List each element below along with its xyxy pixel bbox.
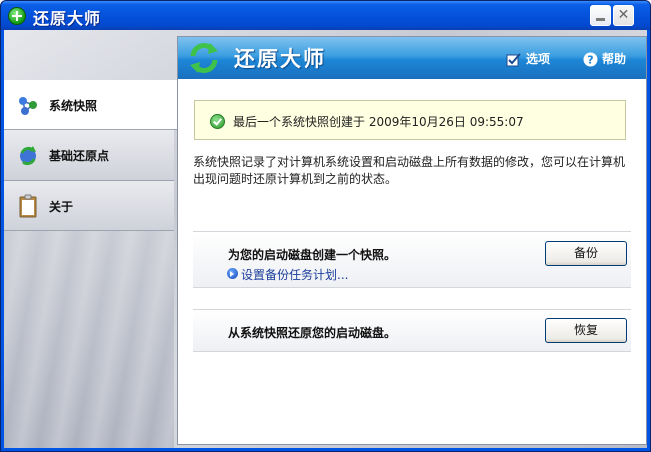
schedule-backup-link[interactable]: 设置备份任务计划... (241, 266, 348, 283)
description-text: 系统快照记录了对计算机系统设置和启动磁盘上所有数据的修改，您可以在计算机出现问题… (193, 155, 626, 186)
status-message: 最后一个系统快照创建于 2009年10月26日 09:55:07 (233, 115, 524, 129)
minimize-button[interactable] (590, 5, 611, 26)
title-bar[interactable]: 还原大师 ✕ (1, 1, 650, 30)
svg-text:?: ? (587, 54, 593, 67)
backup-title: 为您的启动磁盘创建一个快照。 (228, 248, 397, 262)
header-banner: 还原大师 选项 ? 帮助 (178, 37, 646, 79)
sidebar-item-label: 系统快照 (49, 99, 98, 113)
sidebar-item-label: 关于 (49, 200, 74, 214)
options-label: 选项 (526, 52, 551, 66)
backup-section: 为您的启动磁盘创建一个快照。 设置备份任务计划... 备份 (193, 231, 631, 288)
close-button[interactable]: ✕ (613, 5, 634, 26)
status-message-box: 最后一个系统快照创建于 2009年10月26日 09:55:07 (194, 100, 626, 140)
sidebar-background (4, 230, 174, 448)
close-icon: ✕ (617, 7, 630, 23)
main-panel: 还原大师 选项 ? 帮助 最后一个系统快照创建于 2009年10月26日 09:… (177, 36, 647, 445)
sidebar: 系统快照 基础还原点 关于 (4, 30, 177, 448)
restore-point-icon (20, 146, 36, 166)
restore-section: 从系统快照还原您的启动磁盘。 恢复 (193, 309, 631, 352)
network-icon (19, 97, 37, 115)
sidebar-item-system-snapshot[interactable]: 系统快照 (4, 80, 177, 130)
checkbox-icon (506, 52, 521, 66)
window-title: 还原大师 (33, 9, 102, 28)
refresh-logo-icon (190, 43, 218, 73)
client-area: 系统快照 基础还原点 关于 还原大师 选项 ? 帮助 最后一个系统快照创建于 2… (4, 30, 647, 448)
options-link[interactable]: 选项 (506, 50, 550, 67)
app-plus-icon (8, 7, 26, 25)
check-ok-icon (210, 114, 225, 129)
arrow-right-icon (227, 268, 238, 279)
help-label: 帮助 (602, 52, 627, 66)
restore-title: 从系统快照还原您的启动磁盘。 (228, 326, 397, 340)
header-title: 还原大师 (234, 47, 326, 71)
help-icon: ? (583, 52, 598, 67)
backup-button[interactable]: 备份 (545, 241, 627, 266)
sidebar-item-label: 基础还原点 (49, 149, 110, 163)
sidebar-item-about[interactable]: 关于 (4, 181, 174, 231)
help-link[interactable]: ? 帮助 (583, 50, 626, 67)
clipboard-icon (19, 194, 37, 218)
sidebar-item-basic-restore-point[interactable]: 基础还原点 (4, 130, 174, 181)
app-window: 还原大师 ✕ 系统快照 基础还原点 关于 还原大师 选项 ? 帮助 最后一个系统… (0, 0, 651, 452)
restore-button[interactable]: 恢复 (545, 318, 627, 343)
